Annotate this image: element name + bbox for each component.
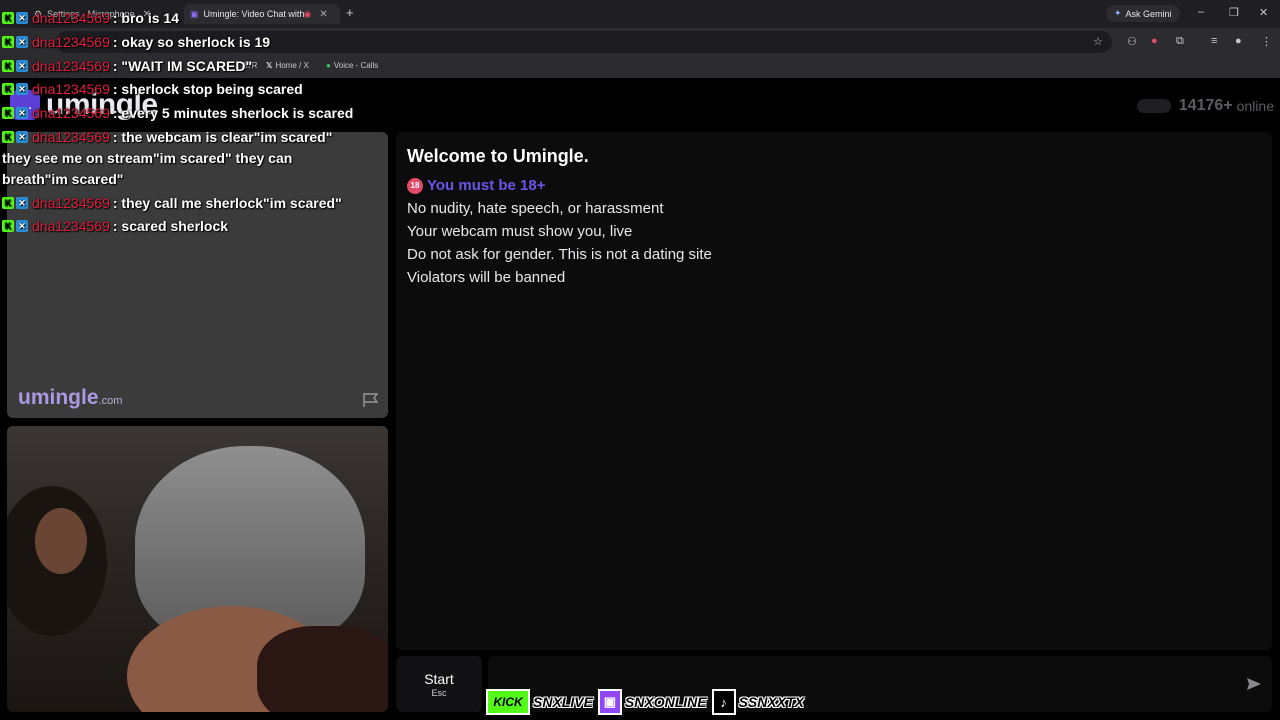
subscriber-badge-icon: ✕ <box>16 36 28 48</box>
overlay-text: : the webcam is clear"im scared" <box>112 129 333 145</box>
overlay-text: : they call me sherlock"im scared" <box>112 195 342 211</box>
menu-icon[interactable]: ⋮ <box>1261 35 1272 48</box>
person-background-face <box>35 508 87 574</box>
kick-badge-icon: K <box>2 197 14 209</box>
online-indicator: 14176+ online <box>1136 97 1274 115</box>
overlay-chat-message: K ✕ dna1234569 : scared sherlock <box>2 218 228 234</box>
minimize-button[interactable]: – <box>1198 6 1204 18</box>
tab-label: Umingle: Video Chat with S <box>203 9 304 19</box>
phone-icon: ● <box>326 61 331 70</box>
subscriber-badge-icon: ✕ <box>16 197 28 209</box>
overlay-username: dna1234569 <box>32 218 110 234</box>
overlay-username: dna1234569 <box>32 81 110 97</box>
rule-item: Your webcam must show you, live <box>407 223 633 240</box>
age-restriction-icon: 18 <box>407 177 423 194</box>
overlay-username: dna1234569 <box>32 105 110 121</box>
kick-badge-icon: K <box>2 36 14 48</box>
browser-titlebar: ⚙ Settings - Microphone ✕ ▣ Umingle: Vid… <box>0 0 1280 28</box>
subscriber-badge-icon: ✕ <box>16 83 28 95</box>
rule-item: No nudity, hate speech, or harassment <box>407 200 664 217</box>
overlay-text: : "WAIT IM SCARED" <box>112 58 253 74</box>
media-icon[interactable]: ≡ <box>1211 35 1217 47</box>
recording-icon: ◉ <box>303 8 312 19</box>
star-icon[interactable]: ☆ <box>1093 35 1103 48</box>
overlay-username: dna1234569 <box>32 10 110 26</box>
video-watermark: umingle.com <box>18 386 122 410</box>
flag-icon[interactable] <box>362 392 380 408</box>
umingle-favicon-icon: ▣ <box>190 8 199 19</box>
online-label: online <box>1236 98 1274 114</box>
subscriber-badge-icon: ✕ <box>16 131 28 143</box>
sparkle-icon: ✦ <box>1114 8 1122 18</box>
overlay-chat-message: K ✕ dna1234569 : every 5 minutes sherloc… <box>2 105 353 121</box>
puzzle-icon[interactable]: ⧉ <box>1176 35 1184 48</box>
socials-bar: KICK SNXLIVE ▣ SNXONLINE ♪ SSNXXTX <box>486 688 806 716</box>
overlay-username: dna1234569 <box>32 58 110 74</box>
online-toggle[interactable] <box>1136 99 1171 113</box>
kick-badge-icon: K <box>2 220 14 232</box>
overlay-username: dna1234569 <box>32 34 110 50</box>
twitch-icon: ▣ <box>597 689 622 715</box>
maximize-button[interactable]: ❐ <box>1229 6 1239 19</box>
bookmark-label: Voice - Calls <box>333 61 379 70</box>
send-icon[interactable] <box>1246 676 1262 692</box>
start-shortcut: Esc <box>431 687 447 698</box>
kick-badge-icon: K <box>2 131 14 143</box>
tiktok-icon: ♪ <box>711 689 736 715</box>
twitch-handle: SNXONLINE <box>624 694 707 710</box>
overlay-chat-message: K ✕ dna1234569 : "WAIT IM SCARED" <box>2 58 252 74</box>
bookmark-label: Home / X <box>275 61 309 70</box>
overlay-text: : scared sherlock <box>112 218 229 234</box>
rule-item: Do not ask for gender. This is not a dat… <box>407 246 712 263</box>
overlay-text: : every 5 minutes sherlock is scared <box>112 105 354 121</box>
subscriber-badge-icon: ✕ <box>16 60 28 72</box>
ask-gemini-button[interactable]: ✦ Ask Gemini <box>1106 5 1180 22</box>
overlay-text: : okay so sherlock is 19 <box>112 34 271 50</box>
subscriber-badge-icon: ✕ <box>16 12 28 24</box>
kick-badge-icon: K <box>2 107 14 119</box>
overlay-chat-continuation: they see me on stream"im scared" they ca… <box>2 150 293 187</box>
new-tab-button[interactable]: + <box>346 5 354 20</box>
kick-badge-icon: K <box>2 12 14 24</box>
overlay-text: : bro is 14 <box>112 10 180 26</box>
avatar[interactable]: ● <box>1235 35 1242 47</box>
kick-badge-icon: K <box>2 60 14 72</box>
start-label: Start <box>424 670 454 687</box>
rule-item: Violators will be banned <box>407 269 566 286</box>
self-video <box>7 426 388 712</box>
tiktok-handle: SSNXXTX <box>738 694 804 710</box>
bookmark-item[interactable]: 𝕏 Home / X <box>266 61 309 70</box>
x-icon: 𝕏 <box>266 61 273 70</box>
overlay-chat-message: K ✕ dna1234569 : they call me sherlock"i… <box>2 195 342 211</box>
start-button[interactable]: Start Esc <box>396 656 482 712</box>
close-icon[interactable]: ✕ <box>319 9 327 20</box>
welcome-heading: Welcome to Umingle. <box>407 146 589 166</box>
watermark-main: umingle <box>18 386 99 409</box>
subscriber-badge-icon: ✕ <box>16 220 28 232</box>
shoulder-shape <box>257 626 388 712</box>
extension-icon[interactable]: ⚇ <box>1127 35 1137 48</box>
extension-icon[interactable]: ● <box>1151 35 1158 47</box>
ask-gemini-label: Ask Gemini <box>1125 8 1172 19</box>
kick-logo-icon: KICK <box>486 689 530 715</box>
age-warning: 18 You must be 18+ <box>407 177 546 194</box>
kick-badge-icon: K <box>2 83 14 95</box>
close-window-button[interactable]: ✕ <box>1259 6 1268 19</box>
overlay-username: dna1234569 <box>32 195 110 211</box>
subscriber-badge-icon: ✕ <box>16 107 28 119</box>
overlay-chat-message: K ✕ dna1234569 : okay so sherlock is 19 <box>2 34 270 50</box>
watermark-tld: .com <box>98 395 123 407</box>
age-warning-text: You must be 18+ <box>427 177 546 194</box>
overlay-chat-message: K ✕ dna1234569 : bro is 14 <box>2 10 179 26</box>
tab-umingle[interactable]: ▣ Umingle: Video Chat with S ◉ ✕ <box>184 4 340 24</box>
bookmark-item[interactable]: ● Voice - Calls <box>326 61 378 70</box>
overlay-chat-message: K ✕ dna1234569 : the webcam is clear"im … <box>2 129 332 145</box>
overlay-text: : sherlock stop being scared <box>112 81 303 97</box>
online-count: 14176+ <box>1178 97 1233 114</box>
overlay-username: dna1234569 <box>32 129 110 145</box>
kick-handle: SNXLIVE <box>533 694 593 710</box>
overlay-chat-message: K ✕ dna1234569 : sherlock stop being sca… <box>2 81 303 97</box>
